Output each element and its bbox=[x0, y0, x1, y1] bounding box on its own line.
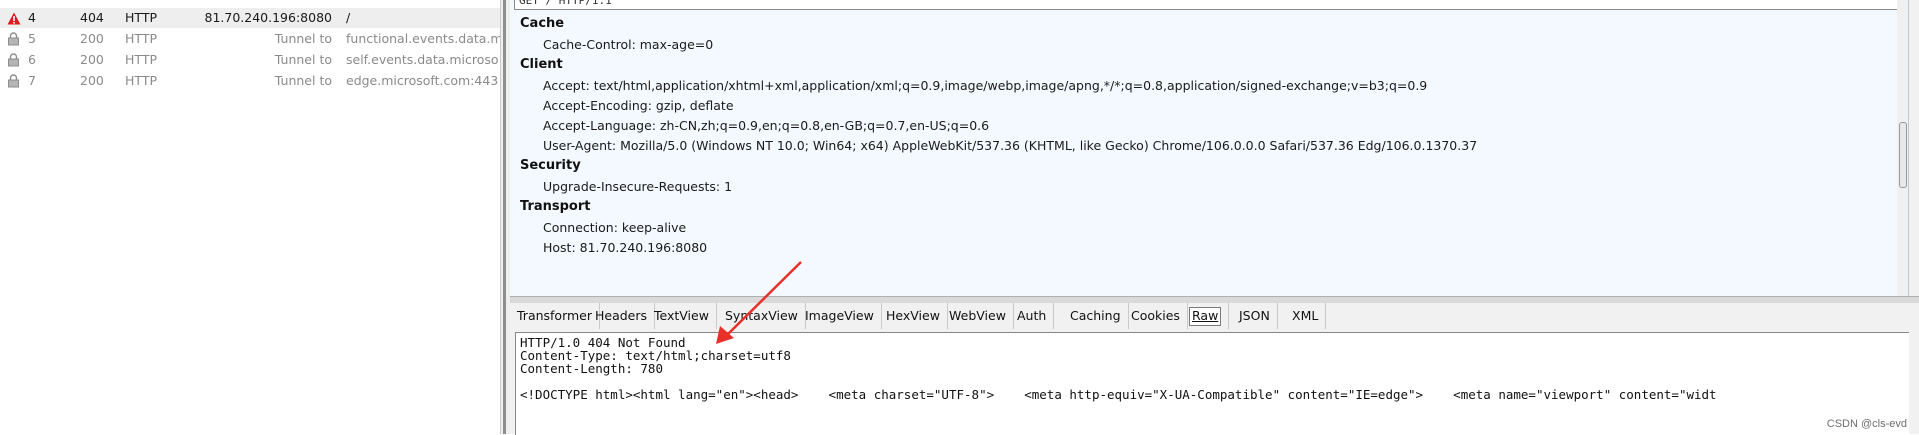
scrollbar-thumb[interactable] bbox=[1899, 122, 1907, 188]
tab-label: HexView bbox=[886, 308, 940, 323]
header-group-title[interactable]: Cache bbox=[520, 16, 564, 31]
tab-cookies[interactable]: Cookies bbox=[1124, 303, 1188, 329]
session-protocol: HTTP bbox=[125, 10, 157, 25]
session-host: Tunnel to bbox=[274, 31, 332, 46]
tab-label: Raw bbox=[1189, 307, 1222, 326]
tab-label: ImageView bbox=[805, 308, 874, 323]
raw-line: Content-Length: 780 bbox=[520, 361, 663, 376]
session-host: Tunnel to bbox=[274, 52, 332, 67]
lock-icon bbox=[7, 50, 23, 70]
session-result: 200 bbox=[80, 31, 104, 46]
tab-hexview[interactable]: HexView bbox=[879, 303, 948, 329]
tab-caching[interactable]: Caching bbox=[1063, 303, 1129, 329]
session-host: 81.70.240.196:8080 bbox=[204, 10, 332, 25]
session-result: 200 bbox=[80, 52, 104, 67]
raw-line: <!DOCTYPE html><html lang="en"><head> <m… bbox=[520, 387, 1717, 402]
header-group-title[interactable]: Security bbox=[520, 158, 581, 173]
header-group-title[interactable]: Client bbox=[520, 57, 563, 72]
inspector-panel: GET / HTTP/1.1 Cache Cache-Control: max-a… bbox=[510, 0, 1919, 435]
tab-headers[interactable]: Headers bbox=[588, 303, 656, 329]
tab-syntaxview[interactable]: SyntaxView bbox=[718, 303, 806, 329]
request-line: GET / HTTP/1.1 bbox=[514, 0, 1908, 10]
session-protocol: HTTP bbox=[125, 52, 157, 67]
session-number: 4 bbox=[28, 10, 36, 25]
session-result: 200 bbox=[80, 73, 104, 88]
session-row[interactable]: 4 404 HTTP 81.70.240.196:8080 / bbox=[0, 8, 500, 28]
header-line[interactable]: Upgrade-Insecure-Requests: 1 bbox=[543, 179, 732, 194]
tab-label: JSON bbox=[1239, 308, 1270, 323]
tab-auth[interactable]: Auth bbox=[1010, 303, 1055, 329]
tab-label: Transformer bbox=[517, 308, 593, 323]
tab-xml[interactable]: XML bbox=[1285, 303, 1327, 329]
tab-json[interactable]: JSON bbox=[1232, 303, 1278, 329]
tab-transformer[interactable]: Transformer bbox=[510, 303, 601, 329]
response-tabs: Transformer Headers TextView SyntaxView Imag… bbox=[510, 303, 1919, 329]
splitter-bar[interactable] bbox=[503, 0, 506, 434]
response-raw-view[interactable]: HTTP/1.0 404 Not Found Content-Type: text… bbox=[515, 332, 1909, 435]
header-line[interactable]: Accept: text/html,application/xhtml+xml,… bbox=[543, 78, 1427, 93]
error-triangle-icon bbox=[7, 8, 23, 28]
header-line[interactable]: User-Agent: Mozilla/5.0 (Windows NT 10.0… bbox=[543, 138, 1477, 153]
session-row[interactable]: 7 200 HTTP Tunnel to edge.microsoft.com:443 bbox=[0, 71, 500, 91]
session-number: 7 bbox=[28, 73, 36, 88]
session-protocol: HTTP bbox=[125, 73, 157, 88]
header-group-title[interactable]: Transport bbox=[520, 199, 590, 214]
session-url: functional.events.data.m bbox=[346, 31, 500, 46]
header-line[interactable]: Accept-Language: zh-CN,zh;q=0.9,en;q=0.8… bbox=[543, 118, 989, 133]
tab-label: Auth bbox=[1017, 308, 1047, 323]
tab-imageview[interactable]: ImageView bbox=[798, 303, 882, 329]
session-url: / bbox=[346, 10, 351, 25]
header-line[interactable]: Accept-Encoding: gzip, deflate bbox=[543, 98, 734, 113]
session-protocol: HTTP bbox=[125, 31, 157, 46]
request-headers-pane: GET / HTTP/1.1 Cache Cache-Control: max-a… bbox=[510, 0, 1909, 296]
tab-label: Caching bbox=[1070, 308, 1121, 323]
tab-label: Headers bbox=[595, 308, 648, 323]
tab-label: XML bbox=[1292, 308, 1319, 323]
tab-label: SyntaxView bbox=[725, 308, 798, 323]
sessions-list[interactable]: 4 404 HTTP 81.70.240.196:8080 / 5 200 HTTP Tunne… bbox=[0, 0, 500, 434]
session-result: 404 bbox=[80, 10, 104, 25]
session-row-partial bbox=[0, 0, 500, 7]
watermark: CSDN @cls-evd bbox=[1826, 418, 1907, 430]
lock-icon bbox=[7, 71, 23, 91]
session-row[interactable]: 6 200 HTTP Tunnel to self.events.data.micros… bbox=[0, 50, 500, 70]
tab-textview[interactable]: TextView bbox=[647, 303, 717, 329]
lock-icon bbox=[7, 29, 23, 49]
header-line[interactable]: Host: 81.70.240.196:8080 bbox=[543, 240, 707, 255]
vertical-scrollbar[interactable] bbox=[1897, 0, 1908, 296]
session-number: 6 bbox=[28, 52, 36, 67]
tab-label: WebView bbox=[949, 308, 1006, 323]
session-url: edge.microsoft.com:443 bbox=[346, 73, 499, 88]
session-number: 5 bbox=[28, 31, 36, 46]
session-host: Tunnel to bbox=[274, 73, 332, 88]
tab-label: TextView bbox=[654, 308, 709, 323]
session-url: self.events.data.microso bbox=[346, 52, 499, 67]
session-icon bbox=[7, 0, 23, 7]
tab-raw[interactable]: Raw bbox=[1182, 303, 1230, 329]
session-row[interactable]: 5 200 HTTP Tunnel to functional.events.data.… bbox=[0, 29, 500, 49]
tab-webview[interactable]: WebView bbox=[942, 303, 1014, 329]
header-line[interactable]: Connection: keep-alive bbox=[543, 220, 686, 235]
tab-label: Cookies bbox=[1131, 308, 1180, 323]
header-line[interactable]: Cache-Control: max-age=0 bbox=[543, 37, 713, 52]
